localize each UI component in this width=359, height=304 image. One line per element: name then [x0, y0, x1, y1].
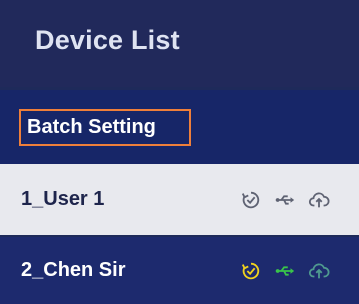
device-status-icons	[240, 164, 342, 235]
device-row-1[interactable]: 1_User 1	[0, 164, 359, 235]
batch-setting-button[interactable]: Batch Setting	[19, 109, 191, 146]
usb-icon[interactable]	[274, 189, 296, 211]
device-row-2[interactable]: 2_Chen Sir	[0, 237, 359, 304]
sync-icon[interactable]	[240, 189, 262, 211]
device-label: 1_User 1	[21, 188, 105, 210]
page-title: Device List	[35, 25, 180, 55]
device-label: 2_Chen Sir	[21, 259, 126, 281]
device-list-panel: Device List Batch Setting 1_User 1 2_Che…	[0, 0, 359, 304]
cloud-upload-icon[interactable]	[308, 189, 330, 211]
usb-icon[interactable]	[274, 260, 296, 282]
sync-icon[interactable]	[240, 260, 262, 282]
batch-setting-bar: Batch Setting	[0, 90, 359, 164]
device-status-icons	[240, 237, 342, 304]
cloud-upload-icon[interactable]	[308, 260, 330, 282]
header: Device List	[0, 0, 359, 87]
